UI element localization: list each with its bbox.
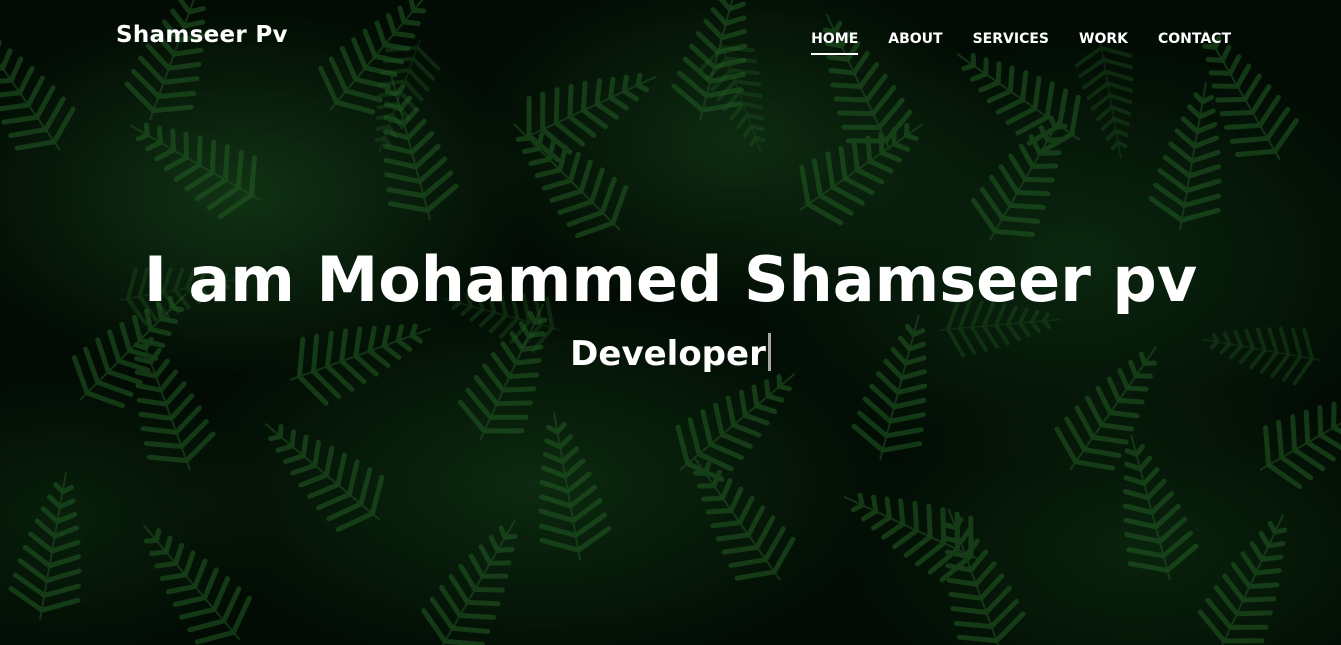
nav-link-about[interactable]: ABOUT: [888, 31, 942, 47]
nav-link-home[interactable]: HOME: [811, 31, 858, 47]
brand-logo-link[interactable]: Shamseer Pv: [116, 22, 288, 48]
nav-link-services[interactable]: SERVICES: [973, 31, 1049, 47]
typed-role-line: Developer: [0, 332, 1341, 376]
typed-role-text: Developer: [570, 334, 766, 374]
typing-cursor: [767, 333, 771, 371]
hero-section: Shamseer Pv HOME ABOUT SERVICES WORK CON…: [0, 0, 1341, 645]
nav-item-contact: CONTACT: [1158, 28, 1231, 47]
nav-item-about: ABOUT: [888, 28, 942, 47]
nav-menu: HOME ABOUT SERVICES WORK CONTACT: [811, 28, 1231, 47]
nav-item-services: SERVICES: [973, 28, 1049, 47]
nav-link-contact[interactable]: CONTACT: [1158, 31, 1231, 47]
nav-item-home: HOME: [811, 28, 858, 47]
top-navbar: Shamseer Pv HOME ABOUT SERVICES WORK CON…: [0, 0, 1341, 76]
nav-link-work[interactable]: WORK: [1079, 31, 1128, 47]
nav-item-work: WORK: [1079, 28, 1128, 47]
hero-text-block: I am Mohammed Shamseer pv Developer: [0, 238, 1341, 376]
hero-headline: I am Mohammed Shamseer pv: [143, 243, 1198, 316]
